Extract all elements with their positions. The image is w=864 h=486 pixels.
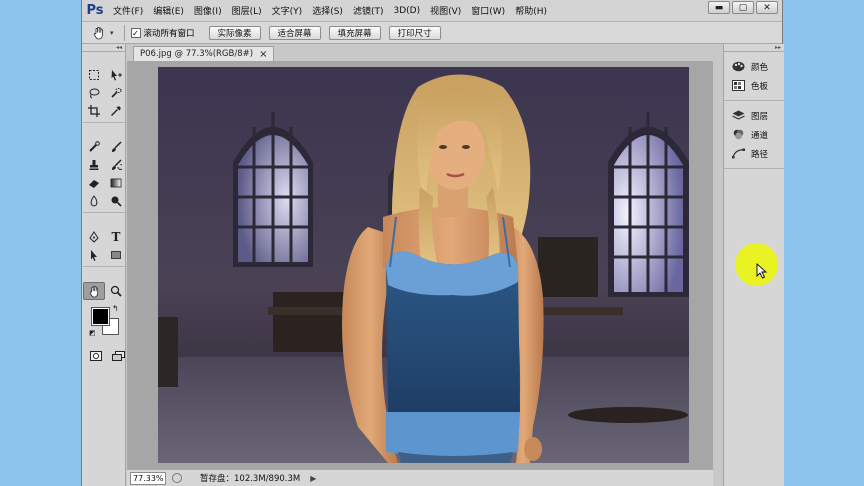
status-bar: 77.33% 暂存盘：102.3M/890.3M ▶	[127, 469, 713, 486]
hand-tool-preset-icon[interactable]	[88, 26, 110, 40]
channels-icon	[731, 129, 745, 141]
panel-channels-button[interactable]: 通道	[724, 125, 784, 144]
panel-dock-collapse-icon[interactable]: ▸▸	[724, 44, 784, 52]
panel-swatches-button[interactable]: 色板	[724, 76, 784, 95]
actual-pixels-button[interactable]: 实际像素	[208, 25, 261, 40]
menu-window[interactable]: 窗口(W)	[466, 4, 510, 17]
zoom-level-field[interactable]: 77.33%	[130, 471, 166, 485]
document-tab[interactable]: P06.jpg @ 77.3%(RGB/8#) ×	[133, 46, 275, 61]
menu-layer[interactable]: 图层(L)	[227, 4, 267, 17]
menu-image[interactable]: 图像(I)	[189, 4, 227, 17]
color-panel-group: 颜色 色板	[724, 52, 784, 101]
crop-icon[interactable]	[83, 102, 105, 120]
menu-bar: Ps 文件(F) 编辑(E) 图像(I) 图层(L) 文字(Y) 选择(S) 滤…	[82, 0, 782, 22]
tools-panel: ◂◂ T ↰ ◩	[82, 44, 127, 486]
panel-paths-label: 路径	[751, 149, 769, 160]
menu-type[interactable]: 文字(Y)	[267, 4, 308, 17]
photoshop-logo: Ps	[86, 3, 104, 18]
fill-screen-button[interactable]: 填充屏幕	[328, 25, 381, 40]
menu-file[interactable]: 文件(F)	[108, 4, 148, 17]
color-swatches: ↰ ◩	[82, 304, 125, 344]
lasso-icon[interactable]	[83, 84, 105, 102]
gradient-icon[interactable]	[105, 174, 127, 192]
scroll-all-windows-label: 滚动所有窗口	[143, 28, 195, 39]
preset-dropdown-icon[interactable]: ▾	[110, 29, 114, 37]
window-controls: ▬ ▢ ✕	[708, 1, 778, 14]
clone-stamp-icon[interactable]	[83, 156, 105, 174]
eraser-icon[interactable]	[83, 174, 105, 192]
minimize-button[interactable]: ▬	[708, 1, 730, 14]
palette-icon	[731, 61, 745, 73]
options-separator	[123, 24, 125, 41]
eyedropper-icon[interactable]	[105, 102, 127, 120]
zoom-tool-icon[interactable]	[105, 282, 127, 300]
default-colors-icon[interactable]: ◩	[89, 329, 96, 337]
type-icon[interactable]: T	[105, 228, 127, 246]
options-bar: ▾ ✓ 滚动所有窗口 实际像素 适合屏幕 填充屏幕 打印尺寸	[82, 22, 782, 44]
menu-edit[interactable]: 编辑(E)	[148, 4, 189, 17]
menu-help[interactable]: 帮助(H)	[510, 4, 552, 17]
document-profile-icon[interactable]	[172, 473, 182, 483]
print-size-button[interactable]: 打印尺寸	[388, 25, 441, 40]
panel-layers-label: 图层	[751, 111, 769, 122]
status-menu-arrow-icon[interactable]: ▶	[310, 474, 316, 483]
mouse-pointer-icon	[756, 263, 768, 279]
dodge-icon[interactable]	[105, 192, 127, 210]
document-tab-title: P06.jpg @ 77.3%(RGB/8#)	[140, 49, 254, 59]
swatches-icon	[731, 80, 745, 92]
pen-icon[interactable]	[83, 228, 105, 246]
fit-screen-button[interactable]: 适合屏幕	[268, 25, 321, 40]
blur-icon[interactable]	[83, 192, 105, 210]
path-selection-icon[interactable]	[83, 246, 105, 264]
close-button[interactable]: ✕	[756, 1, 778, 14]
panel-layers-button[interactable]: 图层	[724, 106, 784, 125]
swap-colors-icon[interactable]: ↰	[112, 304, 119, 313]
panel-color-button[interactable]: 颜色	[724, 57, 784, 76]
rectangular-marquee-icon[interactable]	[83, 66, 105, 84]
rectangle-shape-icon[interactable]	[105, 246, 127, 264]
scroll-all-windows-checkbox[interactable]: ✓	[130, 27, 141, 38]
quick-mask-icon[interactable]	[90, 346, 102, 365]
scratch-disk-info: 暂存盘：102.3M/890.3M	[200, 474, 301, 484]
document-image[interactable]	[158, 67, 689, 463]
canvas-area[interactable]	[127, 61, 713, 469]
panel-paths-button[interactable]: 路径	[724, 144, 784, 163]
history-brush-icon[interactable]	[105, 156, 127, 174]
quick-selection-icon[interactable]	[105, 84, 127, 102]
panel-channels-label: 通道	[751, 130, 769, 141]
hand-tool-icon[interactable]	[83, 282, 105, 300]
menu-select[interactable]: 选择(S)	[307, 4, 348, 17]
layers-panel-group: 图层 通道 路径	[724, 101, 784, 169]
paths-icon	[731, 148, 745, 160]
spot-healing-brush-icon[interactable]	[83, 138, 105, 156]
menu-3d[interactable]: 3D(D)	[388, 6, 425, 16]
move-tool-icon[interactable]	[105, 66, 127, 84]
layers-icon	[731, 110, 745, 122]
screen-mode-icon[interactable]	[112, 346, 125, 365]
menu-view[interactable]: 视图(V)	[425, 4, 466, 17]
close-document-icon[interactable]: ×	[259, 49, 267, 60]
menu-filter[interactable]: 滤镜(T)	[348, 4, 389, 17]
panel-swatches-label: 色板	[751, 81, 769, 92]
photoshop-window: Ps 文件(F) 编辑(E) 图像(I) 图层(L) 文字(Y) 选择(S) 滤…	[81, 0, 784, 486]
maximize-button[interactable]: ▢	[732, 1, 754, 14]
panel-color-label: 颜色	[751, 62, 769, 73]
foreground-color-swatch[interactable]	[91, 307, 110, 326]
brush-icon[interactable]	[105, 138, 127, 156]
tools-panel-collapse-icon[interactable]: ◂◂	[82, 44, 125, 52]
photo-illustration	[158, 67, 689, 463]
